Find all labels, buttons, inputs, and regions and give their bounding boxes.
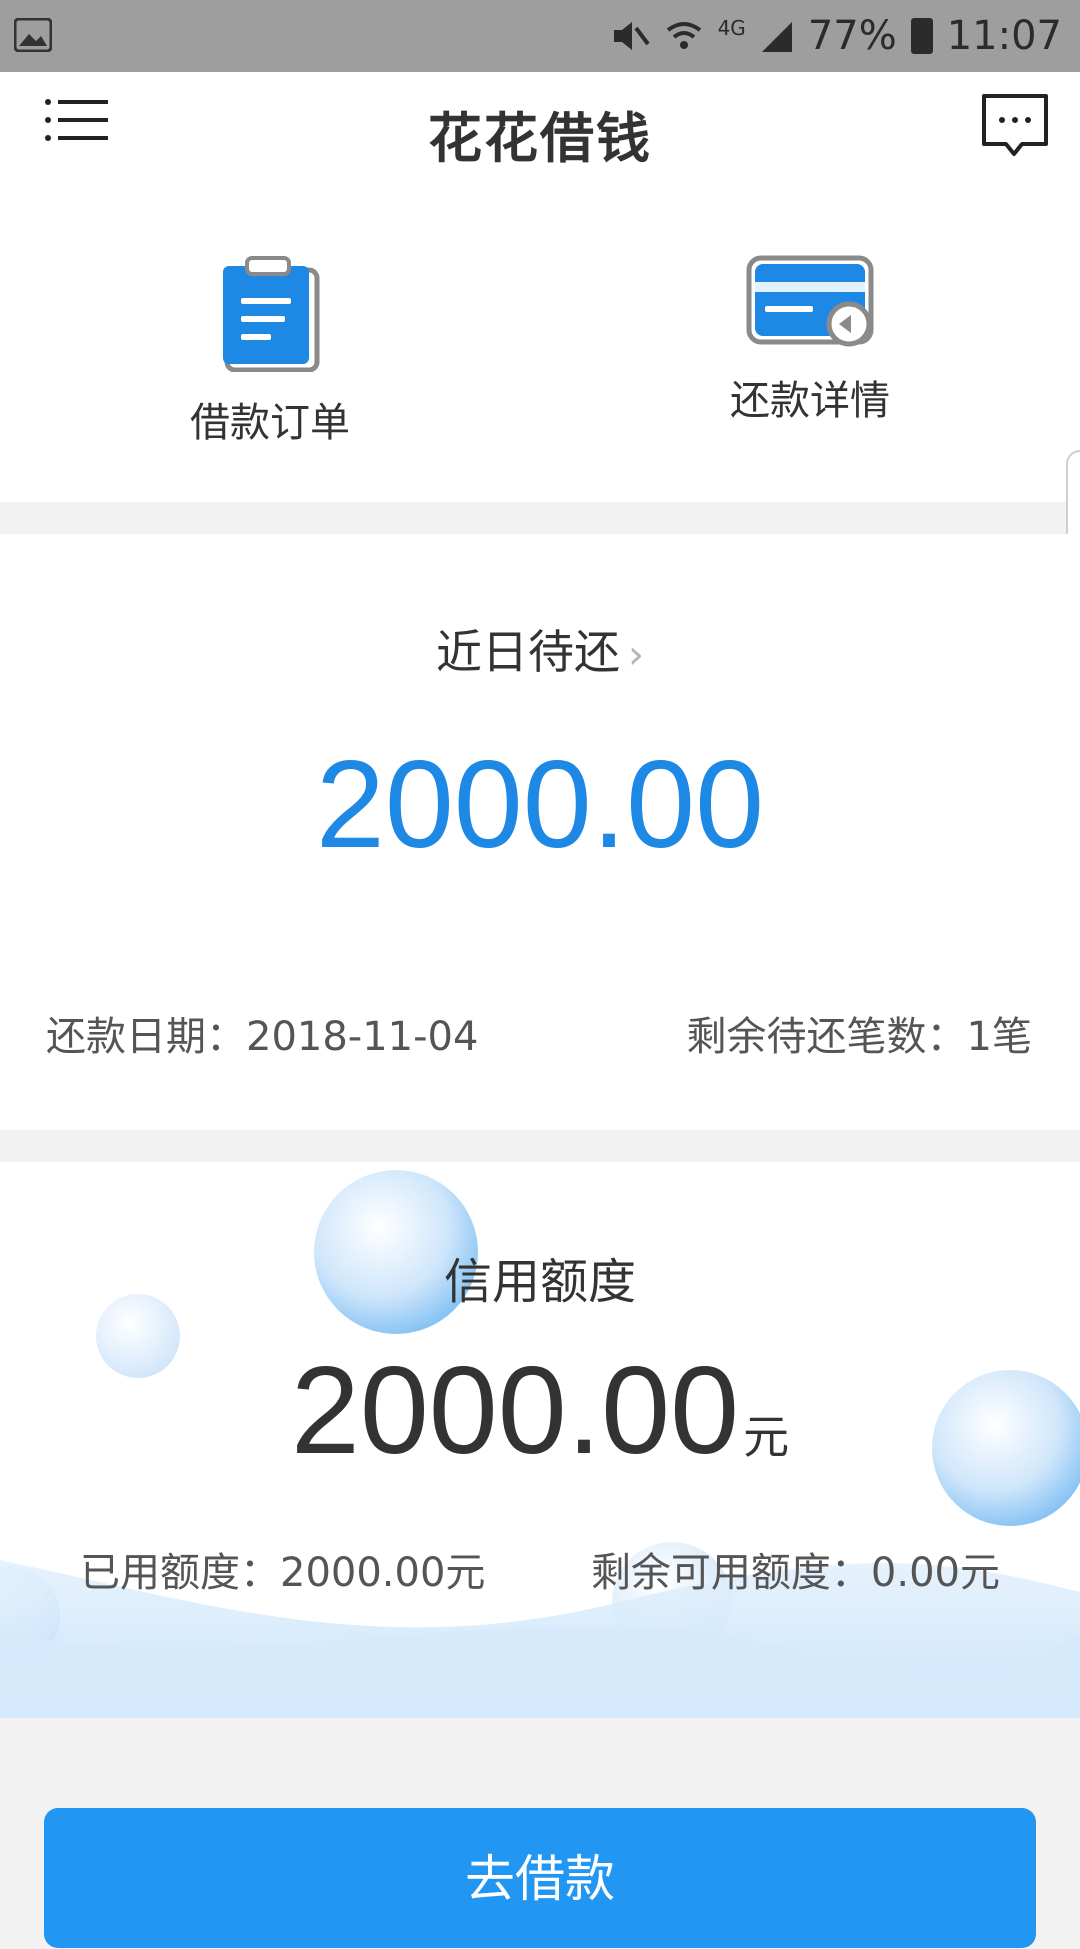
battery-icon <box>910 18 933 54</box>
upcoming-repayment-link[interactable]: 近日待还 › <box>0 616 1080 682</box>
network-type: 4G <box>717 16 746 40</box>
repayment-details-shortcut[interactable]: 还款详情 <box>660 254 960 426</box>
signal-icon <box>761 22 792 52</box>
clock: 11:07 <box>946 13 1062 59</box>
repayment-date: 还款日期：2018-11-04 <box>46 1014 479 1060</box>
gallery-notification-icon <box>14 18 52 52</box>
upcoming-repayment-card: 近日待还 › 2000.00 还款日期：2018-11-04 剩余待还笔数：1笔 <box>0 534 1080 1130</box>
mute-icon <box>613 22 650 50</box>
credit-limit-title: 信用额度 <box>443 1254 636 1310</box>
status-icons: 4G 77% 11:07 <box>610 0 1062 72</box>
wifi-icon <box>666 22 701 49</box>
card-return-icon <box>746 255 874 347</box>
shortcut-panel: 借款订单 还款详情 <box>0 182 1080 502</box>
message-icon[interactable] <box>980 92 1050 160</box>
repayment-details-label: 还款详情 <box>730 378 890 424</box>
upcoming-repayment-title: 近日待还 <box>436 625 620 679</box>
credit-limit-amount-row: 2000.00元 <box>0 1340 1080 1482</box>
credit-limit-amount: 2000.00 <box>290 1342 740 1480</box>
page-title: 花花借钱 <box>428 107 652 170</box>
remaining-repayment-count: 剩余待还笔数：1笔 <box>686 1014 1032 1060</box>
chevron-right-icon: › <box>628 632 644 678</box>
app-header: 花花借钱 <box>0 72 1080 182</box>
battery-percent: 77% <box>807 13 897 59</box>
loan-orders-label: 借款订单 <box>190 400 350 446</box>
clipboard-icon <box>223 256 320 372</box>
loan-orders-shortcut[interactable]: 借款订单 <box>120 252 420 448</box>
remaining-credit: 剩余可用额度：0.00元 <box>590 1550 1000 1596</box>
credit-limit-unit: 元 <box>743 1411 790 1463</box>
credit-limit-card: 信用额度 2000.00元 已用额度：2000.00元 剩余可用额度：0.00元 <box>0 1162 1080 1718</box>
borrow-button[interactable]: 去借款 <box>44 1808 1036 1948</box>
repayment-amount: 2000.00 <box>315 736 765 874</box>
used-credit: 已用额度：2000.00元 <box>80 1550 486 1596</box>
status-bar: 4G 77% 11:07 <box>0 0 1080 72</box>
